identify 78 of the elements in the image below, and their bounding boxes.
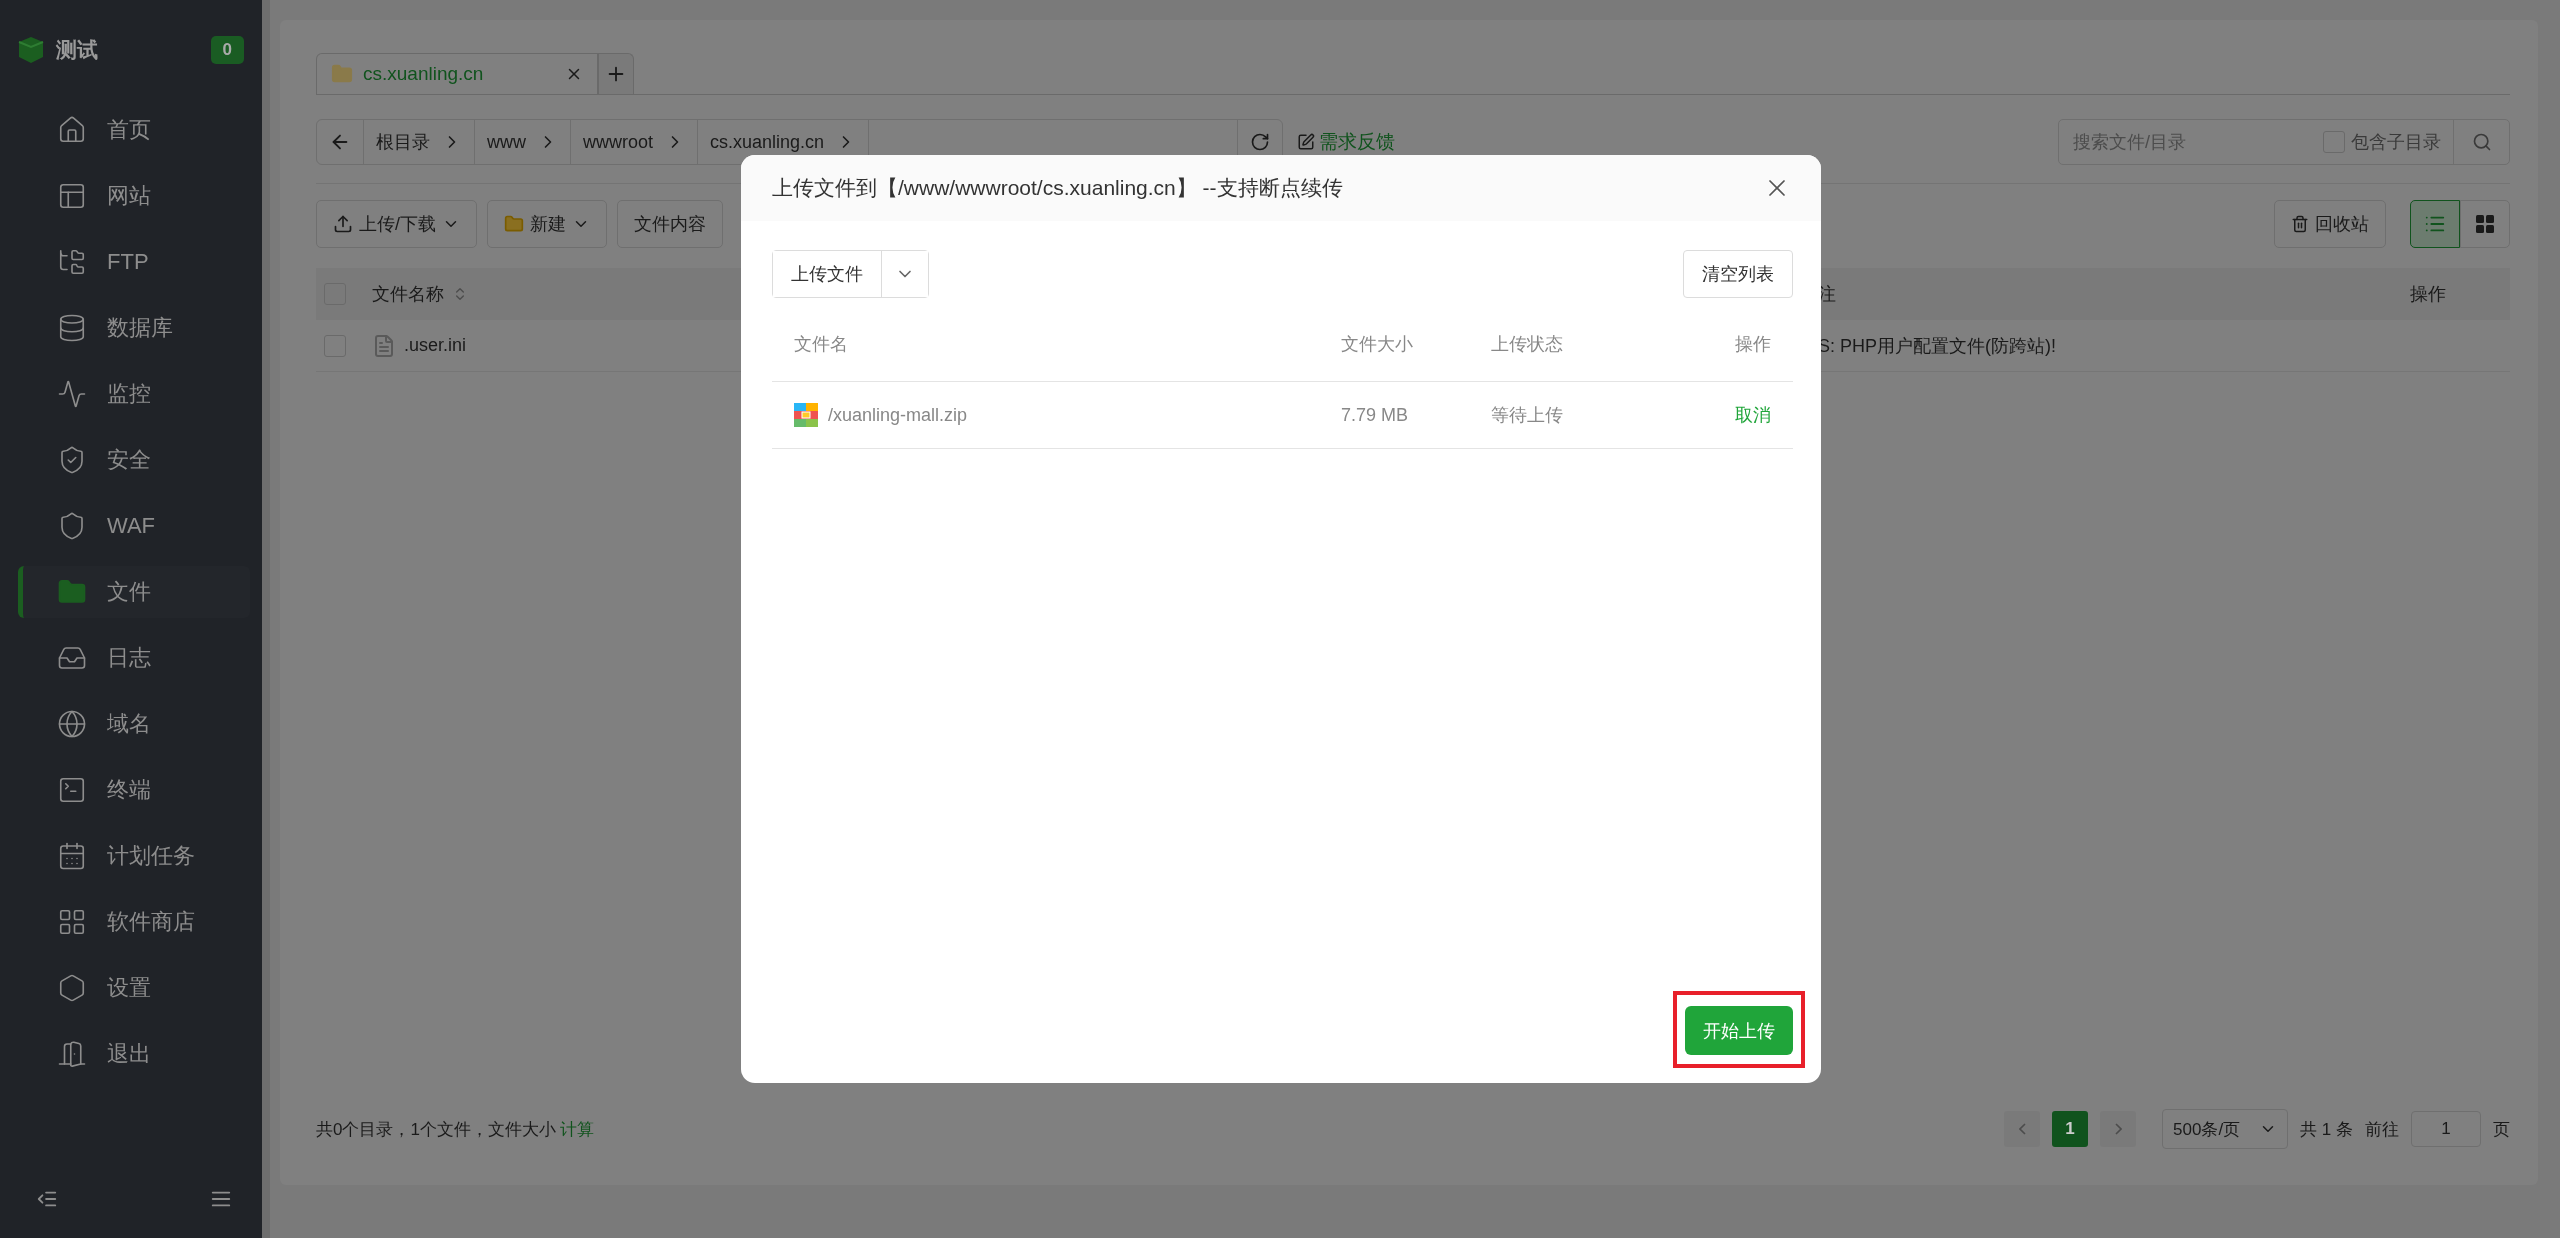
refresh-icon: [1250, 132, 1270, 152]
subdirectory-checkbox[interactable]: 包含子目录: [2323, 120, 2453, 164]
file-size: 7.79 MB: [1341, 404, 1410, 426]
pulse-chart-icon: [57, 379, 87, 409]
search-icon: [2471, 132, 2492, 152]
file-icon: [372, 333, 396, 358]
list-view-button[interactable]: [2410, 200, 2460, 248]
brand-name: 测试: [56, 37, 99, 63]
nav-item[interactable]: 首页: [18, 104, 250, 156]
upload-file-button[interactable]: 上传文件: [773, 251, 882, 297]
nav-item[interactable]: FTP: [18, 236, 250, 288]
globe-icon: [57, 709, 87, 739]
page-input[interactable]: 1: [2411, 1111, 2481, 1147]
calculate-link[interactable]: 计算: [559, 1119, 594, 1139]
nav-item[interactable]: 日志: [18, 632, 250, 684]
page-button[interactable]: 1: [2052, 1111, 2089, 1147]
clear-list-button[interactable]: 清空列表: [1683, 250, 1793, 298]
add-tab-button[interactable]: [598, 53, 634, 94]
chevron-left-icon: [2018, 1123, 2026, 1135]
hexagon-icon: [57, 973, 87, 1003]
nav-item[interactable]: 网站: [18, 170, 250, 222]
cancel-link[interactable]: 取消: [1735, 403, 1771, 427]
column-header: 上传状态: [1491, 332, 1564, 356]
notification-count[interactable]: 0: [210, 36, 244, 64]
edit-note-icon: [1297, 133, 1315, 151]
folder-network-icon: [57, 247, 87, 277]
cube-logo-icon: [18, 36, 44, 64]
breadcrumb-item[interactable]: www: [475, 120, 571, 164]
upload-status: 等待上传: [1491, 404, 1564, 427]
terminal-icon: [57, 775, 87, 805]
archive-file-icon: [794, 403, 818, 427]
column-header: 文件大小: [1341, 332, 1414, 356]
file-name: /xuanling-mall.zip: [828, 404, 968, 426]
toolbar-button[interactable]: 新建: [487, 200, 607, 248]
grid-view-button[interactable]: [2460, 200, 2510, 248]
next-page-button[interactable]: [2100, 1111, 2137, 1147]
nav-item[interactable]: 计划任务: [18, 830, 250, 882]
calendar-icon: [57, 841, 87, 871]
column-header: 操作: [2410, 283, 2447, 306]
nav-item[interactable]: WAF: [18, 500, 250, 552]
total-count: 共 1 条: [2300, 1118, 2353, 1141]
database-icon: [57, 313, 87, 343]
nav-item[interactable]: 软件商店: [18, 896, 250, 948]
start-upload-button[interactable]: 开始上传: [1685, 1006, 1793, 1055]
dialog-title: 上传文件到【/www/wwwroot/cs.xuanling.cn】 --支持断点续传: [772, 175, 1344, 201]
file-name[interactable]: .user.ini: [404, 335, 467, 356]
nav-item[interactable]: 数据库: [18, 302, 250, 354]
upload-split-button[interactable]: 上传文件: [772, 250, 929, 298]
house-icon: [57, 115, 87, 145]
summary-text: 共0个目录，1个文件，文件大小 计算: [316, 1118, 594, 1141]
toolbar-button[interactable]: 上传/下载: [316, 200, 477, 248]
grid-icon: [57, 907, 87, 937]
page-unit: 页: [2493, 1118, 2510, 1141]
upload-icon: [333, 214, 353, 234]
goto-label: 前往: [2365, 1118, 2399, 1141]
door-icon: [57, 1039, 87, 1069]
folder-tab[interactable]: cs.xuanling.cn: [316, 53, 598, 94]
toolbar-button[interactable]: 文件内容: [617, 200, 723, 248]
nav-item[interactable]: 终端: [18, 764, 250, 816]
trash-icon: [2291, 215, 2309, 233]
grid-icon: [2476, 215, 2494, 233]
browser-window-icon: [57, 181, 87, 211]
breadcrumb-item[interactable]: 根目录: [364, 120, 475, 164]
column-header: 文件名: [794, 332, 849, 356]
feedback-link[interactable]: 需求反馈: [1297, 129, 1395, 155]
nav-item[interactable]: 监控: [18, 368, 250, 420]
chevron-right-icon: [2114, 1123, 2122, 1135]
previous-page-button[interactable]: [2004, 1111, 2041, 1147]
nav-item[interactable]: 退出: [18, 1028, 250, 1080]
nav-item[interactable]: 设置: [18, 962, 250, 1014]
nav-item[interactable]: 安全: [18, 434, 250, 486]
breadcrumb-item[interactable]: wwwroot: [571, 120, 698, 164]
recycle-bin-button[interactable]: 回收站: [2274, 200, 2386, 248]
page-size-select[interactable]: 500条/页: [2162, 1109, 2289, 1149]
column-header: 操作: [1734, 332, 1771, 356]
folder-plus-icon: [504, 214, 524, 234]
folder-icon: [331, 63, 353, 85]
nav-item[interactable]: 域名: [18, 698, 250, 750]
